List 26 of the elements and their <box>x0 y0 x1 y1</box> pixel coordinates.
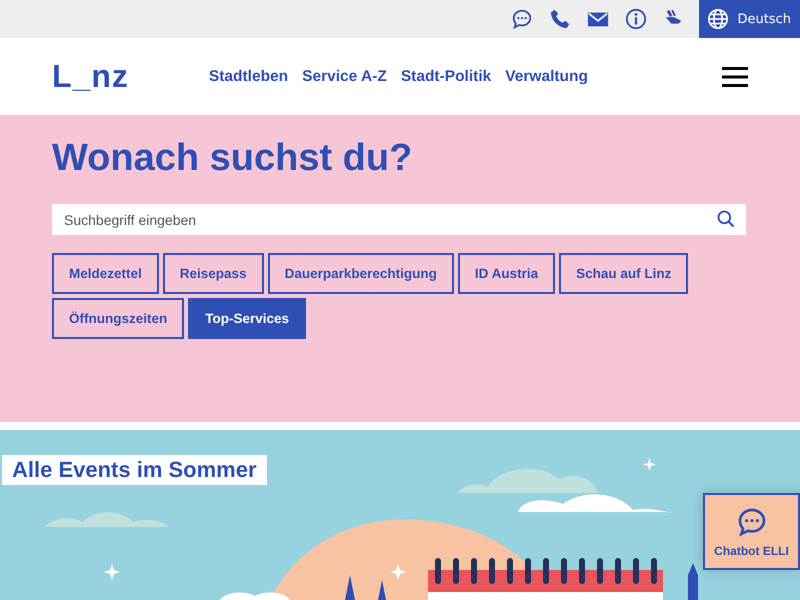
nav-link[interactable]: Stadt-Politik <box>400 68 492 86</box>
service-chip[interactable]: Meldezettel <box>52 253 159 294</box>
chat-icon[interactable] <box>511 8 534 30</box>
nav-link[interactable]: Service A-Z <box>302 68 387 86</box>
service-chip[interactable]: Dauerparkberechtigung <box>268 253 454 294</box>
menu-icon[interactable] <box>722 66 748 88</box>
phone-icon[interactable] <box>549 8 572 30</box>
chat-icon <box>736 506 768 538</box>
search-icon[interactable] <box>716 209 736 229</box>
nav-link[interactable]: Verwaltung <box>505 68 588 86</box>
service-chip[interactable]: Reisepass <box>162 253 264 294</box>
info-icon[interactable] <box>625 8 648 30</box>
chatbot-button[interactable]: Chatbot ELLI <box>703 493 800 570</box>
logo[interactable]: L_nz <box>52 58 129 95</box>
search-heading: Wonach suchst du? <box>52 137 414 180</box>
nav-link[interactable]: Stadtleben <box>208 68 288 86</box>
service-chip[interactable]: Top-Services <box>188 298 306 339</box>
service-chip[interactable]: Öffnungszeiten <box>52 298 184 339</box>
banner-title[interactable]: Alle Events im Sommer <box>2 455 267 485</box>
chatbot-label[interactable]: Chatbot ELLI <box>714 544 789 558</box>
service-chip[interactable]: Schau auf Linz <box>559 253 688 294</box>
language-label[interactable]: Deutsch <box>737 12 791 26</box>
service-chip[interactable]: ID Austria <box>458 253 556 294</box>
search-field[interactable]: Suchbegriff eingeben <box>52 204 746 235</box>
globe-icon <box>707 8 730 30</box>
language-button[interactable]: Deutsch <box>699 0 800 38</box>
